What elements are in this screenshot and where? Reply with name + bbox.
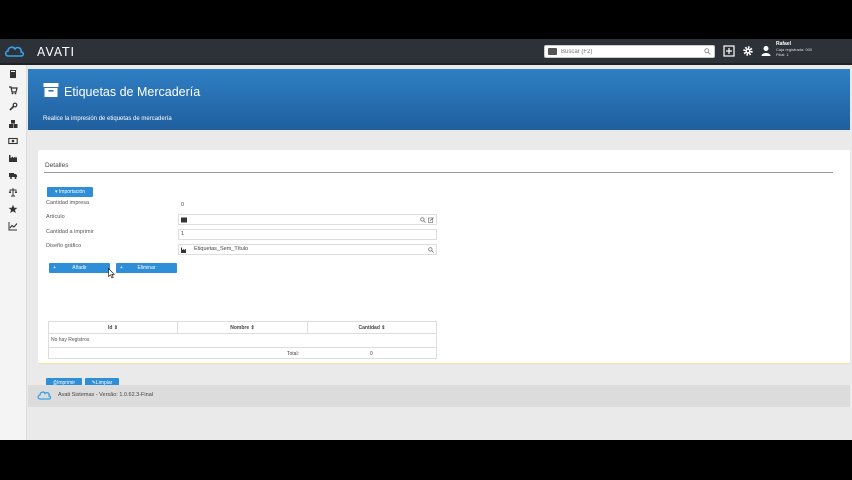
- factory-icon: [181, 247, 186, 253]
- book-icon[interactable]: [8, 69, 18, 79]
- cloud-logo-icon[interactable]: [4, 44, 24, 58]
- cantidad-imprimir-input[interactable]: 1: [178, 229, 437, 240]
- diseno-grafico-field[interactable]: Etiquetas_Sem_Título: [178, 244, 437, 255]
- cursor-icon: [108, 268, 115, 279]
- plus-icon: +: [120, 265, 123, 271]
- search-box[interactable]: [544, 45, 715, 58]
- cart-icon[interactable]: [8, 85, 18, 95]
- search-icon[interactable]: [428, 247, 434, 253]
- column-header-id[interactable]: Id ⇕: [49, 322, 178, 334]
- archive-box-icon: [43, 83, 59, 97]
- column-header-nombre[interactable]: Nombre ⇕: [178, 322, 308, 334]
- gear-icon[interactable]: [742, 45, 754, 57]
- chart-icon[interactable]: [8, 221, 18, 231]
- money-icon[interactable]: [8, 136, 18, 146]
- table-header: Id ⇕ Nombre ⇕ Cantidad ⇕: [49, 322, 436, 334]
- wrench-icon[interactable]: [8, 102, 18, 112]
- search-icon[interactable]: [420, 217, 426, 223]
- factory-icon[interactable]: [8, 153, 18, 163]
- cantidad-impresa-value: 0: [178, 200, 437, 211]
- truck-icon[interactable]: [8, 170, 18, 180]
- plus-square-icon[interactable]: [723, 45, 735, 57]
- user-icon[interactable]: [760, 45, 772, 57]
- cantidad-impresa-label: Cantidad impresa: [46, 200, 90, 206]
- cantidad-imprimir-label: Cantidad a imprimir: [46, 229, 94, 235]
- scale-icon[interactable]: [8, 187, 18, 197]
- barcode-icon: [181, 217, 187, 223]
- total-value: 0: [370, 351, 373, 357]
- version-text: Avati Sistemas - Versão: 1.0.62.3-Final: [58, 392, 153, 398]
- table-total-row: Total: 0: [49, 347, 436, 359]
- search-input[interactable]: [561, 46, 701, 57]
- panel-title: Detalles: [45, 162, 69, 169]
- column-header-cantidad[interactable]: Cantidad ⇕: [308, 322, 436, 334]
- search-icon[interactable]: [704, 48, 711, 55]
- page-header: Etiquetas de Mercadería Realice la impre…: [28, 69, 850, 130]
- page-title: Etiquetas de Mercadería: [64, 85, 201, 99]
- diseno-grafico-label: Diseño gráfico: [46, 243, 82, 249]
- user-info[interactable]: Rafael Caja registrada: 000 Filial: 1: [776, 42, 812, 58]
- remove-label: Eliminar: [137, 265, 156, 271]
- edit-icon[interactable]: [428, 217, 434, 223]
- import-label: Importación: [58, 189, 86, 195]
- plus-icon: +: [53, 265, 56, 271]
- keyboard-icon: [548, 48, 557, 55]
- sidebar: [0, 65, 27, 440]
- items-table: Id ⇕ Nombre ⇕ Cantidad ⇕ No hay Registro…: [48, 321, 437, 359]
- footer: Avati Sistemas - Versão: 1.0.62.3-Final: [28, 385, 850, 407]
- cloud-logo-icon: [37, 391, 51, 400]
- panel-divider: [44, 172, 833, 173]
- details-panel: Detalles ▾ Importación Cantidad impresa …: [38, 150, 850, 388]
- diseno-grafico-value: Etiquetas_Sem_Título: [194, 246, 249, 252]
- boxes-icon[interactable]: [8, 119, 18, 129]
- brand-name: AVATI: [37, 45, 76, 59]
- top-bar: AVATI Rafael Caja registrada: 000: [0, 39, 852, 65]
- remove-button[interactable]: + Eliminar: [116, 263, 177, 273]
- articulo-label: Artículo: [46, 214, 65, 220]
- import-toggle-button[interactable]: ▾ Importación: [47, 187, 93, 197]
- empty-message: No hay Registros: [51, 337, 90, 343]
- total-label: Total:: [287, 351, 299, 357]
- app-screen: AVATI Rafael Caja registrada: 000: [0, 39, 852, 440]
- star-icon[interactable]: [8, 204, 18, 214]
- add-label: Añadir: [72, 265, 87, 271]
- page-subtitle: Realice la impresión de etiquetas de mer…: [43, 116, 172, 122]
- user-branch: Filial: 1: [776, 52, 789, 57]
- add-button[interactable]: + Añadir: [49, 263, 110, 273]
- articulo-field[interactable]: [178, 214, 437, 225]
